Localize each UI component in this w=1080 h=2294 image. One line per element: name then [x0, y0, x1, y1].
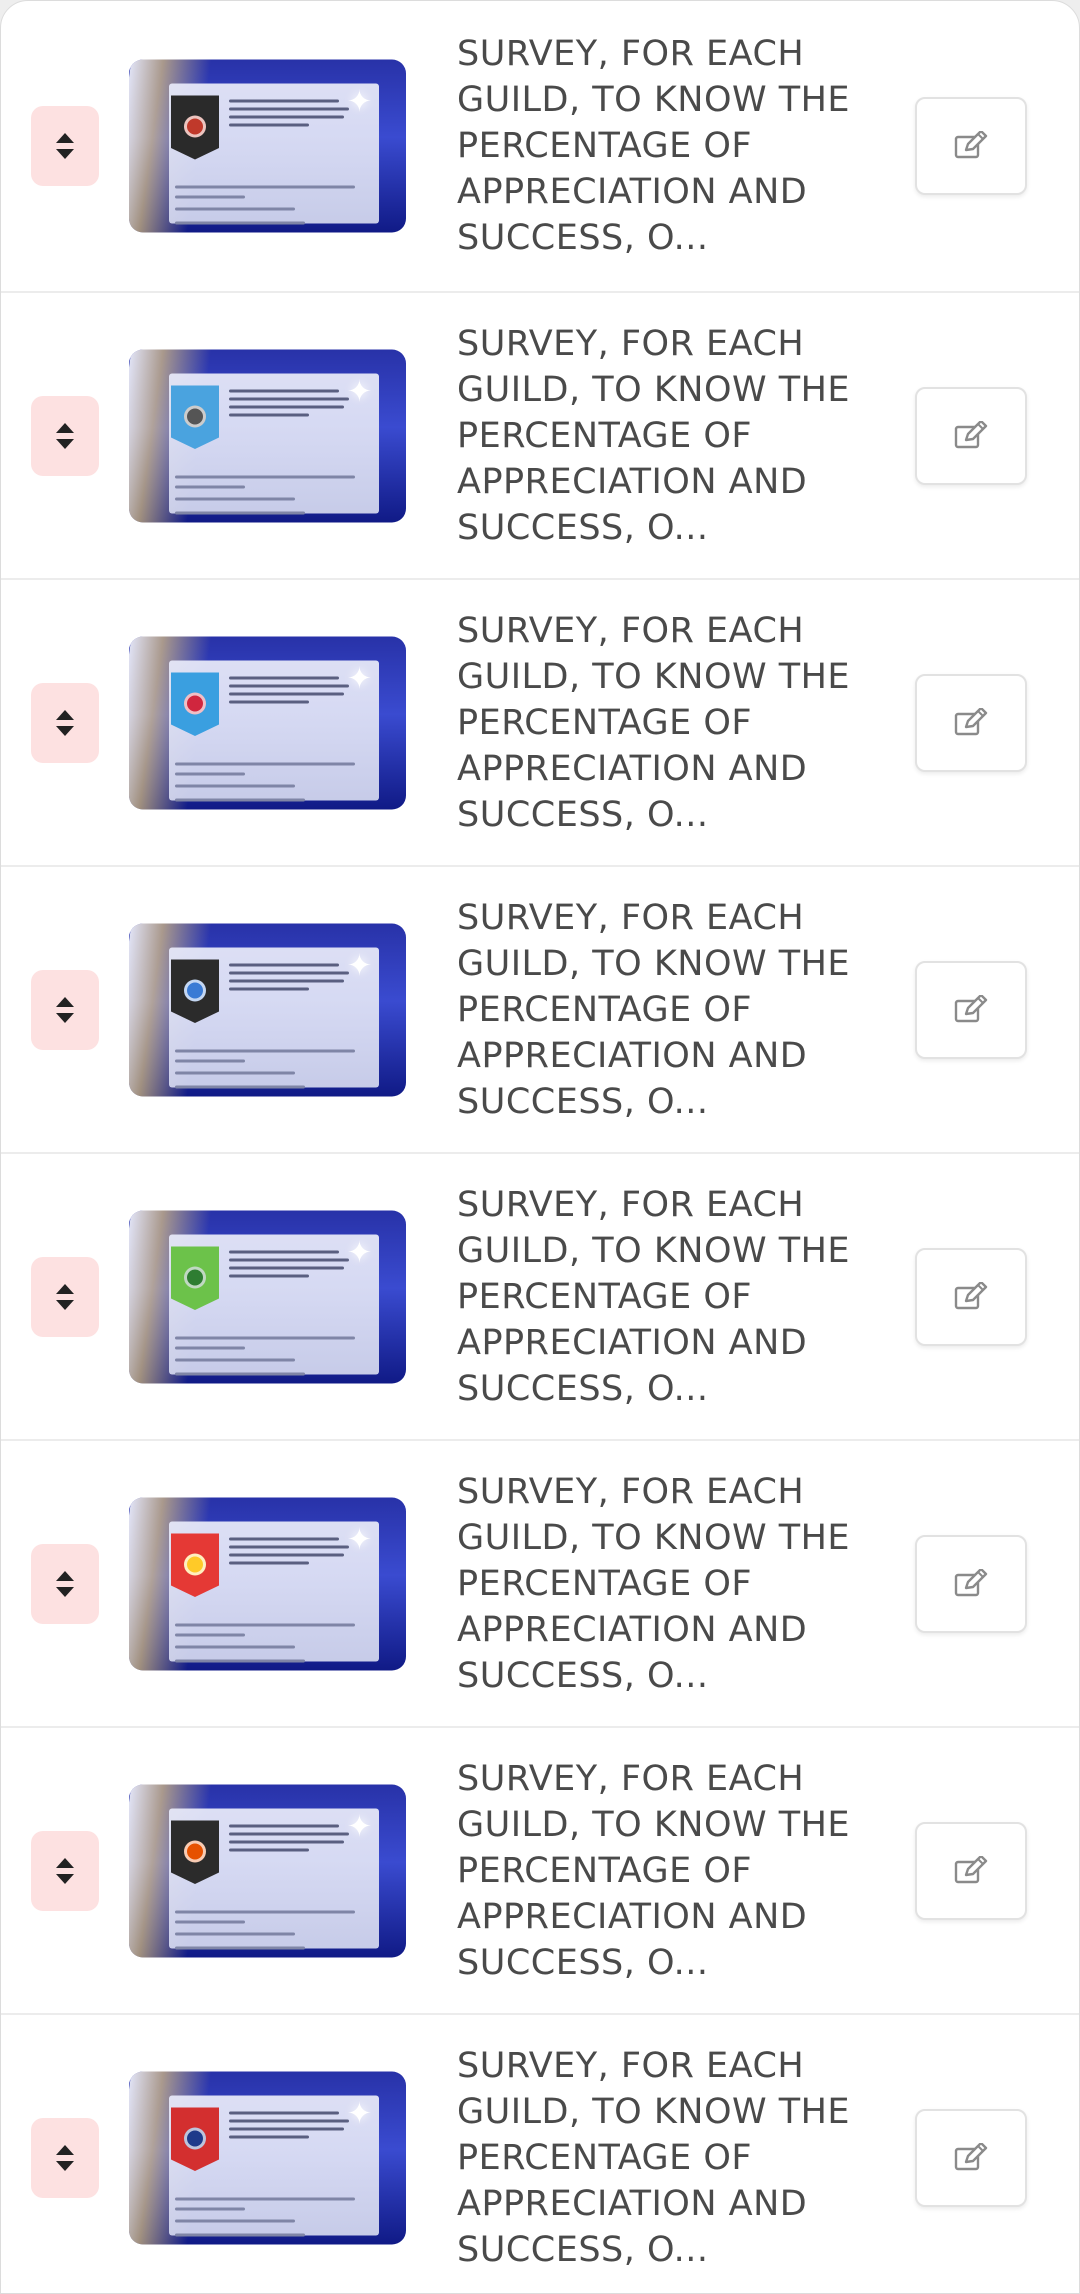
- edit-button[interactable]: [915, 673, 1027, 772]
- edit-button[interactable]: [915, 386, 1027, 485]
- sparkle-icon: ✦: [346, 2096, 372, 2131]
- survey-title: SURVEY, FOR EACH GUILD, TO KNOW THE PERC…: [457, 897, 851, 1122]
- guild-emblem-icon: [184, 1266, 206, 1288]
- edit-pencil-icon: [954, 707, 988, 735]
- sort-arrows-icon: [56, 1570, 74, 1597]
- reorder-handle-button[interactable]: [31, 1830, 99, 1911]
- reorder-handle-button[interactable]: [31, 682, 99, 763]
- survey-title: SURVEY, FOR EACH GUILD, TO KNOW THE PERC…: [457, 1184, 851, 1409]
- sparkle-icon: ✦: [346, 1235, 372, 1270]
- edit-pencil-icon: [954, 1281, 988, 1309]
- edit-pencil-icon: [954, 1568, 988, 1596]
- sort-arrows-icon: [56, 709, 74, 736]
- edit-button[interactable]: [915, 1247, 1027, 1346]
- survey-title: SURVEY, FOR EACH GUILD, TO KNOW THE PERC…: [457, 1758, 851, 1983]
- survey-title: SURVEY, FOR EACH GUILD, TO KNOW THE PERC…: [457, 2045, 851, 2270]
- sort-arrows-icon: [56, 1283, 74, 1310]
- sparkle-icon: ✦: [346, 1522, 372, 1557]
- edit-pencil-icon: [954, 420, 988, 448]
- survey-title: SURVEY, FOR EACH GUILD, TO KNOW THE PERC…: [457, 34, 851, 258]
- survey-thumbnail: ✦: [129, 923, 406, 1096]
- list-item: ✦ SURVEY, FOR EACH GUILD, TO KNOW THE PE…: [1, 580, 1079, 867]
- edit-button[interactable]: [915, 960, 1027, 1059]
- survey-title: SURVEY, FOR EACH GUILD, TO KNOW THE PERC…: [457, 610, 851, 835]
- survey-thumbnail: ✦: [129, 1210, 406, 1383]
- list-item: ✦ SURVEY, FOR EACH GUILD, TO KNOW THE PE…: [1, 1441, 1079, 1728]
- sparkle-icon: ✦: [346, 948, 372, 983]
- survey-thumbnail: ✦: [129, 1497, 406, 1670]
- reorder-handle-button[interactable]: [31, 969, 99, 1050]
- edit-pencil-icon: [954, 1855, 988, 1883]
- sort-arrows-icon: [56, 996, 74, 1023]
- edit-button[interactable]: [915, 2108, 1027, 2207]
- sort-arrows-icon: [56, 2144, 74, 2171]
- survey-thumbnail: ✦: [129, 1784, 406, 1957]
- guild-emblem-icon: [184, 979, 206, 1001]
- survey-thumbnail: ✦: [129, 636, 406, 809]
- reorder-handle-button[interactable]: [31, 1256, 99, 1337]
- guild-emblem-icon: [184, 2127, 206, 2149]
- sparkle-icon: ✦: [346, 374, 372, 409]
- list-item: ✦ SURVEY, FOR EACH GUILD, TO KNOW THE PE…: [1, 1728, 1079, 2015]
- sparkle-icon: ✦: [346, 1809, 372, 1844]
- list-item: ✦ SURVEY, FOR EACH GUILD, TO KNOW THE PE…: [1, 293, 1079, 580]
- sort-arrows-icon: [56, 133, 74, 159]
- guild-emblem-icon: [184, 1553, 206, 1575]
- list-item: ✦ SURVEY, FOR EACH GUILD, TO KNOW THE PE…: [1, 2015, 1079, 2293]
- reorder-handle-button[interactable]: [31, 395, 99, 476]
- edit-button[interactable]: [915, 1534, 1027, 1633]
- edit-pencil-icon: [954, 131, 988, 159]
- survey-thumbnail: ✦: [129, 2071, 406, 2244]
- survey-title: SURVEY, FOR EACH GUILD, TO KNOW THE PERC…: [457, 1471, 851, 1696]
- sort-arrows-icon: [56, 422, 74, 449]
- sort-arrows-icon: [56, 1857, 74, 1884]
- list-item: ✦ SURVEY, FOR EACH GUILD, TO KNOW THE PE…: [1, 1, 1079, 293]
- survey-thumbnail: ✦: [129, 59, 406, 233]
- edit-button[interactable]: [915, 97, 1027, 195]
- guild-emblem-icon: [184, 405, 206, 427]
- reorder-handle-button[interactable]: [31, 1543, 99, 1624]
- edit-pencil-icon: [954, 994, 988, 1022]
- sparkle-icon: ✦: [346, 661, 372, 696]
- guild-emblem-icon: [184, 115, 206, 138]
- edit-button[interactable]: [915, 1821, 1027, 1920]
- survey-thumbnail: ✦: [129, 349, 406, 522]
- edit-pencil-icon: [954, 2142, 988, 2170]
- guild-emblem-icon: [184, 692, 206, 714]
- reorder-handle-button[interactable]: [31, 2117, 99, 2198]
- list-item: ✦ SURVEY, FOR EACH GUILD, TO KNOW THE PE…: [1, 1154, 1079, 1441]
- survey-list: ✦ SURVEY, FOR EACH GUILD, TO KNOW THE PE…: [0, 0, 1080, 2294]
- list-item: ✦ SURVEY, FOR EACH GUILD, TO KNOW THE PE…: [1, 867, 1079, 1154]
- guild-emblem-icon: [184, 1840, 206, 1862]
- survey-title: SURVEY, FOR EACH GUILD, TO KNOW THE PERC…: [457, 323, 851, 548]
- reorder-handle-button[interactable]: [31, 106, 99, 186]
- sparkle-icon: ✦: [346, 84, 372, 120]
